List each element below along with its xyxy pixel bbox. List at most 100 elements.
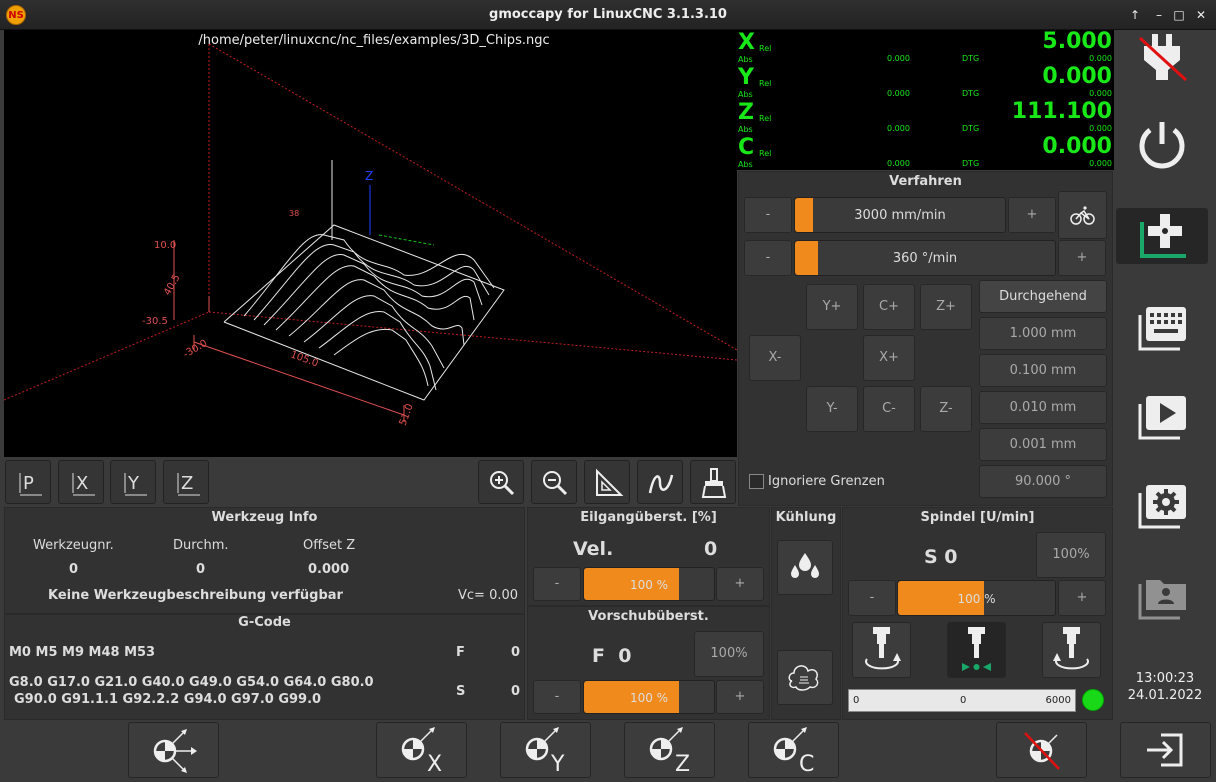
feed-reset-button[interactable]: 100% (694, 631, 764, 677)
increment-1mm[interactable]: 1.000 mm (979, 317, 1107, 350)
home-y-button[interactable]: Y (500, 722, 591, 778)
measure-button[interactable] (584, 460, 630, 504)
mdi-mode-button[interactable] (1116, 299, 1208, 355)
toolpath-icon (648, 474, 674, 494)
jog-y-minus[interactable]: Y- (806, 386, 858, 432)
view-z-button[interactable]: Z (163, 460, 209, 504)
abs-label: Abs (738, 90, 753, 99)
home-c-button[interactable]: C (748, 722, 839, 778)
rapid-slider-value: 100 % (629, 578, 669, 592)
rapid-minus[interactable]: - (533, 567, 581, 601)
flood-button[interactable] (777, 540, 833, 595)
mist-icon (788, 665, 819, 691)
rapid-plus[interactable]: + (716, 567, 764, 601)
feed-plus[interactable]: + (716, 680, 764, 714)
angular-speed-slider[interactable]: 360 °/min (794, 240, 1056, 276)
rel-value: 111.100 (1011, 99, 1112, 124)
manual-mode-button[interactable] (1116, 208, 1208, 264)
keep-above-icon[interactable]: ↑ (1126, 6, 1144, 24)
dro-z[interactable]: Z Rel Abs 0.000 DTG 0.000 111.100 (737, 99, 1114, 135)
axis-label: Y (738, 65, 754, 90)
spindle-plus[interactable]: + (1058, 580, 1106, 616)
abs-label: Abs (738, 125, 753, 134)
rel-label: Rel (759, 79, 772, 88)
spindle-ccw-icon (1053, 627, 1089, 670)
rel-label: Rel (759, 44, 772, 53)
dim-label: -30.0 (181, 338, 209, 360)
home-x-button[interactable]: X (376, 722, 467, 778)
rapid-slider[interactable]: 100 % (583, 567, 715, 601)
rel-value: 5.000 (1042, 29, 1112, 54)
spindle-minus[interactable]: - (848, 580, 896, 616)
jog-c-minus[interactable]: C- (863, 386, 915, 432)
user-tabs-button[interactable] (1116, 568, 1208, 624)
spindle-stop-button[interactable] (947, 622, 1006, 678)
maximize-icon[interactable]: □ (1170, 6, 1188, 24)
zoom-out-button[interactable] (531, 460, 577, 504)
jog-speed-minus[interactable]: - (744, 197, 792, 233)
jog-z-minus[interactable]: Z- (920, 386, 972, 432)
user-folder-icon (1138, 580, 1186, 620)
view-y-button[interactable]: Y (110, 460, 156, 504)
increment-0.001mm[interactable]: 0.001 mm (979, 428, 1107, 461)
increment-continuous[interactable]: Durchgehend (979, 280, 1107, 313)
abs-label: Abs (738, 160, 753, 169)
rapid-override-title: Eilgangüberst. [%] (580, 510, 717, 525)
home-z-icon: Z (649, 727, 690, 777)
dro-c[interactable]: C Rel Abs 0.000 DTG 0.000 0.000 (737, 134, 1114, 170)
feed-minus[interactable]: - (533, 680, 581, 714)
jog-speed-slider[interactable]: 3000 mm/min (794, 197, 1006, 233)
ignore-limits-checkbox[interactable] (749, 474, 764, 489)
close-icon[interactable]: ✕ (1192, 6, 1210, 24)
spindle-reset-button[interactable]: 100% (1036, 532, 1106, 578)
increment-0.01mm[interactable]: 0.010 mm (979, 391, 1107, 424)
gcode-preview[interactable]: /home/peter/linuxcnc/nc_files/examples/3… (4, 30, 737, 457)
increment-0.1mm[interactable]: 0.100 mm (979, 354, 1107, 387)
coolant-title: Kühlung (775, 510, 837, 525)
unhome-all-button[interactable] (996, 722, 1087, 778)
spindle-slider-value: 100 % (957, 592, 996, 606)
turtle-jog-button[interactable] (1058, 191, 1107, 239)
view-x-button[interactable]: X (58, 460, 104, 504)
spindle-forward-button[interactable] (852, 622, 911, 678)
active-mcodes: M0 M5 M9 M48 M53 (9, 645, 156, 660)
jog-x-plus[interactable]: X+ (863, 335, 915, 381)
power-button[interactable] (1116, 118, 1208, 174)
exit-button[interactable] (1120, 722, 1211, 778)
dro-panel: X Rel Abs 0.000 DTG 0.000 5.000 Y Rel Ab… (737, 29, 1114, 170)
jog-z-plus[interactable]: Z+ (920, 284, 972, 330)
feed-slider[interactable]: 100 % (583, 680, 715, 714)
angular-speed-minus[interactable]: - (744, 240, 792, 276)
dtg-value: 0.000 (1089, 54, 1112, 63)
dtg-label: DTG (962, 54, 980, 63)
estop-button[interactable] (1116, 30, 1208, 86)
spindle-reverse-button[interactable] (1042, 622, 1101, 678)
dro-x[interactable]: X Rel Abs 0.000 DTG 0.000 5.000 (737, 29, 1114, 65)
mist-button[interactable] (777, 650, 833, 705)
home-z-button[interactable]: Z (624, 722, 715, 778)
toolpath-button[interactable] (637, 460, 683, 504)
clear-plot-button[interactable] (690, 460, 736, 504)
angular-speed-plus[interactable]: + (1058, 240, 1106, 276)
spindle-cw-icon (865, 627, 901, 670)
tool-description: Keine Werkzeugbeschreibung verfügbar (48, 588, 343, 603)
auto-mode-button[interactable] (1116, 388, 1208, 444)
jog-c-plus[interactable]: C+ (863, 284, 915, 330)
zoom-in-button[interactable] (478, 460, 524, 504)
view-p-button[interactable]: P (5, 460, 51, 504)
view-p-label: P (23, 473, 34, 494)
home-all-button[interactable] (128, 722, 219, 778)
increment-90deg[interactable]: 90.000 ° (979, 465, 1107, 498)
dro-y[interactable]: Y Rel Abs 0.000 DTG 0.000 0.000 (737, 64, 1114, 100)
rel-label: Rel (759, 114, 772, 123)
jog-x-minus[interactable]: X- (749, 335, 801, 381)
settings-button[interactable] (1116, 477, 1208, 533)
jog-y-plus[interactable]: Y+ (806, 284, 858, 330)
rel-value: 0.000 (1042, 64, 1112, 89)
angular-speed-value: 360 °/min (892, 251, 958, 266)
jog-speed-plus[interactable]: + (1008, 197, 1056, 233)
minimize-icon[interactable]: – (1150, 6, 1168, 24)
tool-dia-header: Durchm. (173, 538, 229, 553)
spindle-slider[interactable]: 100 % (897, 580, 1056, 616)
tool-nr-value: 0 (69, 562, 79, 577)
